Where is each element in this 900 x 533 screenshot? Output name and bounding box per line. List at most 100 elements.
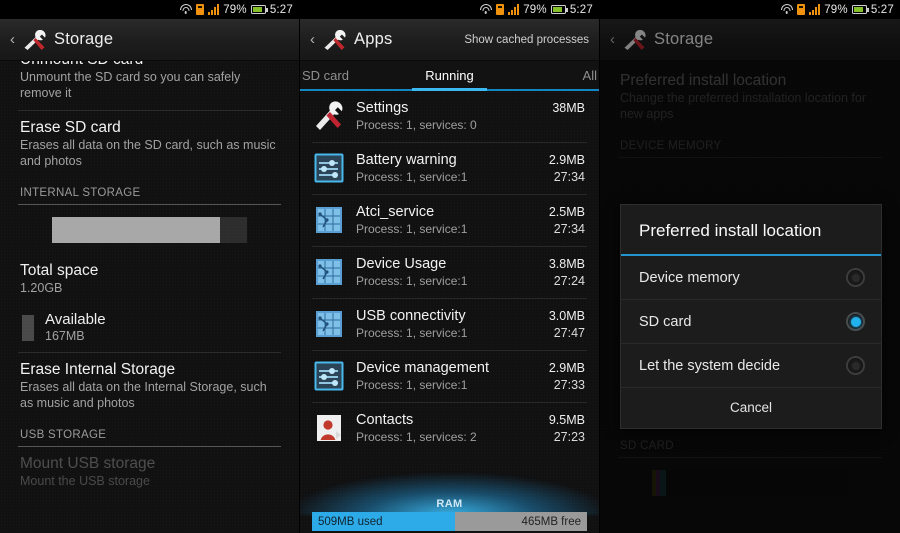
tab-bar: SD card Running All — [300, 61, 599, 91]
status-bar: 79% 5:27 — [300, 0, 599, 19]
page-title: Storage — [654, 30, 714, 48]
app-uptime: 27:23 — [553, 430, 585, 444]
app-memory-size: 2.9MB — [548, 153, 585, 167]
sim-card-icon — [797, 4, 806, 15]
blueprint-icon — [314, 309, 344, 339]
cancel-button[interactable]: Cancel — [621, 388, 881, 428]
app-name: Settings — [356, 100, 409, 116]
back-chevron-icon[interactable]: ‹ — [610, 32, 615, 47]
list-item-subtitle: Erases all data on the Internal Storage,… — [20, 380, 267, 410]
app-memory-size: 2.5MB — [548, 205, 585, 219]
list-item-erase-sd[interactable]: Erase SD card Erases all data on the SD … — [0, 111, 299, 178]
wifi-icon — [780, 4, 793, 15]
wifi-icon — [479, 4, 492, 15]
blueprint-icon — [314, 257, 344, 287]
battery-icon — [851, 5, 869, 14]
dialog-option-sd-card[interactable]: SD card — [621, 300, 881, 344]
battery-percent-label: 79% — [223, 3, 247, 16]
radio-button-let-system-decide[interactable] — [846, 356, 865, 375]
app-uptime: 27:33 — [553, 378, 585, 392]
list-item-unmount-sd[interactable]: Unmount SD card Unmount the SD card so y… — [0, 61, 299, 110]
running-apps-list[interactable]: Settings Process: 1, services: 0 38MB Batte… — [300, 91, 599, 533]
wrench-tool-icon — [314, 101, 344, 131]
app-memory-size: 9.5MB — [548, 413, 585, 427]
storage-list-3: Preferred install location Change the pr… — [600, 61, 900, 533]
dialog-option-let-system-decide[interactable]: Let the system decide — [621, 344, 881, 388]
app-memory-size: 3.8MB — [548, 257, 585, 271]
app-rows-container: Settings Process: 1, services: 0 38MB Batte… — [300, 91, 599, 454]
ram-free-segment: 465MB free — [455, 512, 587, 531]
list-item-title: Erase SD card — [20, 119, 121, 136]
available-label: Available — [45, 311, 106, 328]
action-bar-storage: ‹ Storage — [0, 19, 299, 61]
section-header-internal-storage: INTERNAL STORAGE — [20, 187, 141, 199]
panel-storage-1: 79% 5:27 ‹ Storage Unmount SD card Unmou… — [0, 0, 300, 533]
battery-icon — [550, 5, 568, 14]
app-row[interactable]: USB connectivity Process: 1, service:1 3.0… — [300, 299, 599, 350]
radio-button-sd-card[interactable] — [846, 312, 865, 331]
status-bar: 79% 5:27 — [600, 0, 900, 19]
clock-label: 5:27 — [870, 3, 894, 16]
action-bar-apps: ‹ Apps Show cached processes — [300, 19, 599, 61]
app-name: Contacts — [356, 412, 414, 428]
show-cached-processes-action[interactable]: Show cached processes — [464, 34, 589, 46]
app-row[interactable]: Contacts Process: 1, services: 2 9.5MB 27:2… — [300, 403, 599, 454]
page-title: Storage — [54, 30, 114, 48]
panel-apps-running: 79% 5:27 ‹ Apps Show cached processes SD… — [300, 0, 600, 533]
app-process-info: Process: 1, service:1 — [356, 326, 468, 340]
app-row[interactable]: Device management Process: 1, service:1 2.… — [300, 351, 599, 402]
sliders-icon — [314, 361, 344, 391]
settings-wrench-icon[interactable] — [22, 27, 48, 53]
tab-running[interactable]: Running — [400, 61, 498, 91]
list-item-title: Mount USB storage — [20, 455, 156, 472]
list-item-erase-internal[interactable]: Erase Internal Storage Erases all data o… — [0, 353, 299, 420]
sim-card-icon — [196, 4, 205, 15]
list-item-subtitle: Erases all data on the SD card, such as … — [20, 138, 276, 168]
sim-card-icon — [496, 4, 505, 15]
app-uptime: 27:24 — [553, 274, 585, 288]
radio-button-device-memory[interactable] — [846, 268, 865, 287]
total-space-label: Total space — [20, 262, 99, 279]
list-item-subtitle: Mount the USB storage — [20, 474, 150, 488]
preferred-install-location-dialog: Preferred install location Device memory… — [620, 204, 882, 429]
app-row[interactable]: Settings Process: 1, services: 0 38MB — [300, 91, 599, 142]
settings-wrench-icon[interactable] — [322, 27, 348, 53]
blueprint-icon — [314, 205, 344, 235]
ram-bar: 509MB used 465MB free — [312, 512, 587, 531]
sliders-icon — [314, 153, 344, 183]
ram-used-label: 509MB used — [318, 515, 383, 528]
dialog-option-label: SD card — [639, 313, 692, 330]
battery-icon — [250, 5, 268, 14]
battery-percent-label: 79% — [824, 3, 848, 16]
back-chevron-icon[interactable]: ‹ — [310, 32, 315, 47]
total-space-block: Total space 1.20GB — [0, 253, 299, 299]
app-memory-size: 2.9MB — [548, 361, 585, 375]
app-process-info: Process: 1, services: 2 — [356, 430, 477, 444]
tab-sd-card[interactable]: SD card — [300, 61, 400, 89]
internal-storage-bar-wrap — [0, 205, 299, 253]
app-name: USB connectivity — [356, 308, 466, 324]
action-bar-storage: ‹ Storage — [600, 19, 900, 61]
internal-storage-bar — [52, 217, 247, 243]
signal-bars-icon — [508, 4, 520, 15]
app-process-info: Process: 1, services: 0 — [356, 118, 477, 132]
app-row[interactable]: Battery warning Process: 1, service:1 2.9M… — [300, 143, 599, 194]
dialog-option-device-memory[interactable]: Device memory — [621, 256, 881, 300]
clock-label: 5:27 — [269, 3, 293, 16]
dialog-option-label: Let the system decide — [639, 357, 781, 374]
app-memory-size: 38MB — [552, 101, 585, 115]
app-row[interactable]: Atci_service Process: 1, service:1 2.5MB 27… — [300, 195, 599, 246]
list-item-mount-usb: Mount USB storage Mount the USB storage — [0, 447, 299, 499]
panel-storage-dialog: 79% 5:27 ‹ Storage Preferred install loc… — [600, 0, 900, 533]
back-chevron-icon[interactable]: ‹ — [10, 32, 15, 47]
storage-list-1[interactable]: Unmount SD card Unmount the SD card so y… — [0, 61, 299, 533]
app-name: Atci_service — [356, 204, 435, 220]
status-bar: 79% 5:27 — [0, 0, 299, 19]
battery-percent-label: 79% — [523, 3, 547, 16]
app-memory-size: 3.0MB — [548, 309, 585, 323]
ram-free-label: 465MB free — [521, 515, 581, 528]
app-row[interactable]: Device Usage Process: 1, service:1 3.8MB 27… — [300, 247, 599, 298]
tab-all[interactable]: All — [499, 61, 599, 89]
app-name: Battery warning — [356, 152, 457, 168]
storage-bar-used-segment — [52, 217, 220, 243]
